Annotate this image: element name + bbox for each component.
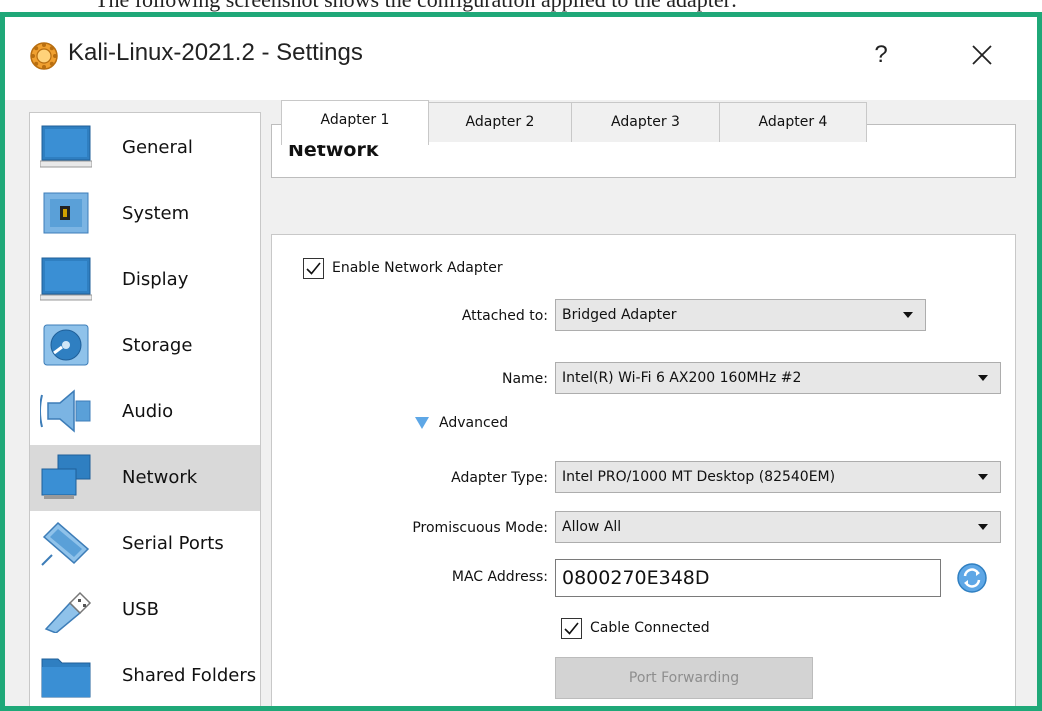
sidebar-item-label: Display <box>122 269 189 290</box>
monitor-icon <box>40 125 92 168</box>
enable-adapter-label: Enable Network Adapter <box>332 260 503 276</box>
help-button[interactable]: ? <box>861 33 901 77</box>
promiscuous-mode-dropdown[interactable]: Allow All <box>555 511 1001 543</box>
sidebar-item-storage[interactable]: Storage <box>30 313 260 379</box>
sidebar-item-label: USB <box>122 599 159 620</box>
chip-icon <box>43 192 89 234</box>
enable-adapter-checkbox[interactable] <box>303 258 324 279</box>
adapter-type-label: Adapter Type: <box>451 470 548 486</box>
name-dropdown[interactable]: Intel(R) Wi-Fi 6 AX200 160MHz #2 <box>555 362 1001 394</box>
chevron-down-icon <box>978 524 988 530</box>
cable-connected-checkbox[interactable] <box>561 618 582 639</box>
port-forwarding-button[interactable]: Port Forwarding <box>555 657 813 699</box>
sidebar-item-label: System <box>122 203 190 224</box>
sidebar-item-display[interactable]: Display <box>30 247 260 313</box>
refresh-mac-icon[interactable] <box>956 562 988 594</box>
usb-plug-icon <box>44 591 92 633</box>
name-label: Name: <box>501 371 548 387</box>
sidebar-item-label: Network <box>122 467 198 488</box>
sidebar-item-serial-ports[interactable]: Serial Ports <box>30 511 260 577</box>
sidebar-item-label: General <box>122 137 193 158</box>
mac-address-label: MAC Address: <box>451 569 548 585</box>
adapter-panel: Enable Network Adapter Attached to: Brid… <box>271 234 1016 706</box>
promiscuous-mode-label: Promiscuous Mode: <box>412 520 548 536</box>
sidebar-item-system[interactable]: System <box>30 181 260 247</box>
sidebar-item-shared-folders[interactable]: Shared Folders <box>30 643 260 706</box>
checkmark-icon <box>564 622 579 635</box>
attached-to-label: Attached to: <box>461 308 548 324</box>
mac-address-field[interactable]: 0800270E348D <box>555 559 941 597</box>
dialog-content: General System Display Storage Audio Net… <box>5 100 1037 706</box>
settings-sidebar: General System Display Storage Audio Net… <box>29 112 261 706</box>
tab-adapter-1[interactable]: Adapter 1 <box>281 100 429 145</box>
highlight-frame: Kali-Linux-2021.2 - Settings ? General S… <box>0 12 1042 711</box>
chevron-down-icon <box>978 375 988 381</box>
attached-to-value: Bridged Adapter <box>562 307 677 323</box>
tab-adapter-3[interactable]: Adapter 3 <box>571 102 720 142</box>
close-icon[interactable] <box>960 33 1004 77</box>
sidebar-item-label: Serial Ports <box>122 533 224 554</box>
speaker-icon <box>40 389 91 433</box>
sidebar-item-network[interactable]: Network <box>30 445 260 511</box>
adapter-type-value: Intel PRO/1000 MT Desktop (82540EM) <box>562 469 836 485</box>
sidebar-item-label: Shared Folders <box>122 665 257 686</box>
network-icon <box>41 454 91 499</box>
sidebar-item-label: Storage <box>122 335 193 356</box>
chevron-down-icon <box>903 312 913 318</box>
attached-to-dropdown[interactable]: Bridged Adapter <box>555 299 926 331</box>
document-caption: The following screenshot shows the confi… <box>95 0 737 12</box>
checkmark-icon <box>306 262 321 275</box>
folder-icon <box>41 658 91 698</box>
serial-cable-icon <box>41 521 90 566</box>
sidebar-item-usb[interactable]: USB <box>30 577 260 643</box>
cable-connected-label: Cable Connected <box>590 620 710 636</box>
sidebar-item-general[interactable]: General <box>30 115 260 181</box>
title-bar: Kali-Linux-2021.2 - Settings ? <box>5 17 1037 100</box>
sidebar-item-audio[interactable]: Audio <box>30 379 260 445</box>
advanced-toggle[interactable]: Advanced <box>439 415 508 431</box>
window-title: Kali-Linux-2021.2 - Settings <box>68 39 363 66</box>
adapter-type-dropdown[interactable]: Intel PRO/1000 MT Desktop (82540EM) <box>555 461 1001 493</box>
chevron-down-icon <box>978 474 988 480</box>
settings-window: Kali-Linux-2021.2 - Settings ? General S… <box>5 17 1037 706</box>
disc-icon <box>43 324 89 366</box>
sidebar-item-label: Audio <box>122 401 174 422</box>
promiscuous-mode-value: Allow All <box>562 519 622 535</box>
tab-adapter-2[interactable]: Adapter 2 <box>428 102 572 142</box>
display-icon <box>40 257 92 301</box>
tab-adapter-4[interactable]: Adapter 4 <box>719 102 867 142</box>
virtualbox-gear-icon <box>30 42 58 70</box>
expand-triangle-icon[interactable] <box>415 417 429 429</box>
name-value: Intel(R) Wi-Fi 6 AX200 160MHz #2 <box>562 370 802 386</box>
